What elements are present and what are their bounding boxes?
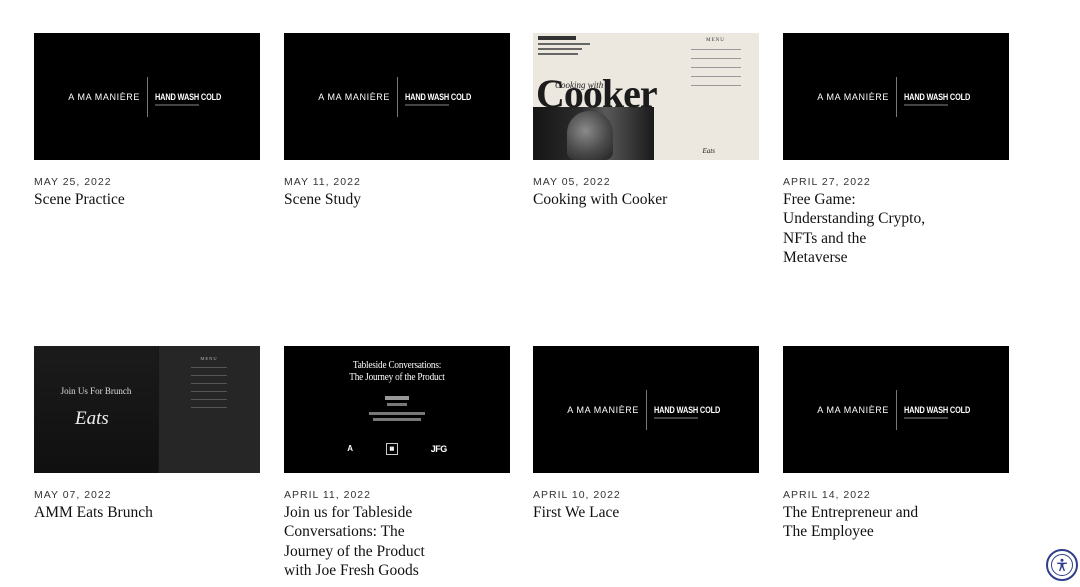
brand-right-wordmark: HAND WASH COLD	[155, 92, 222, 102]
post-thumbnail[interactable]: Join Us For Brunch Eats MENU	[34, 346, 260, 473]
post-thumbnail[interactable]: A MA MANIÈRE HAND WASH COLD	[34, 33, 260, 160]
brand-divider	[646, 390, 647, 430]
brand-sub-mark	[155, 104, 199, 106]
brand-left-wordmark: A MA MANIÈRE	[817, 92, 889, 102]
post-card[interactable]: A MA MANIÈRE HAND WASH COLD APRIL 10, 20…	[533, 346, 759, 522]
post-title[interactable]: Scene Study	[284, 190, 444, 209]
post-title[interactable]: Cooking with Cooker	[533, 190, 693, 209]
brand-sub-mark	[904, 104, 948, 106]
post-card[interactable]: Join Us For Brunch Eats MENU MAY 07, 202…	[34, 346, 260, 522]
post-date: MAY 25, 2022	[34, 176, 112, 188]
brand-logo-lockup: A MA MANIÈRE HAND WASH COLD	[284, 33, 510, 160]
post-card[interactable]: A MA MANIÈRE HAND WASH COLD APRIL 27, 20…	[783, 33, 1009, 267]
post-card[interactable]: Tableside Conversations: The Journey of …	[284, 346, 510, 580]
cooker-subheadline: Cooking with	[555, 80, 604, 90]
brand-divider	[397, 77, 398, 117]
post-date: APRIL 11, 2022	[284, 489, 371, 501]
cooker-headline: Cooker	[536, 71, 658, 116]
post-date: APRIL 10, 2022	[533, 489, 621, 501]
brand-left-wordmark: A MA MANIÈRE	[817, 405, 889, 415]
brand-right-wordmark: HAND WASH COLD	[654, 405, 721, 415]
accessibility-button[interactable]	[1046, 549, 1078, 581]
amm-logo: A	[347, 444, 354, 454]
brand-right-wordmark: HAND WASH COLD	[904, 405, 971, 415]
menu-panel: MENU	[678, 38, 753, 94]
brand-divider	[896, 390, 897, 430]
event-details	[284, 396, 510, 424]
brand-left-wordmark: A MA MANIÈRE	[567, 405, 639, 415]
post-thumbnail[interactable]: A MA MANIÈRE HAND WASH COLD	[533, 346, 759, 473]
brunch-headline: Join Us For Brunch	[60, 386, 132, 396]
post-date: APRIL 27, 2022	[783, 176, 871, 188]
hand-wash-cold-logo: ▦	[385, 442, 399, 455]
post-card[interactable]: Cooker Cooking with MENU Eats MAY 05, 20…	[533, 33, 759, 209]
brand-right-wordmark: HAND WASH COLD	[904, 92, 971, 102]
menu-heading: MENU	[706, 38, 725, 43]
post-thumbnail[interactable]: A MA MANIÈRE HAND WASH COLD	[284, 33, 510, 160]
post-card[interactable]: A MA MANIÈRE HAND WASH COLD MAY 25, 2022…	[34, 33, 260, 209]
brand-left-wordmark: A MA MANIÈRE	[68, 92, 140, 102]
post-grid: A MA MANIÈRE HAND WASH COLD MAY 25, 2022…	[0, 0, 1080, 587]
post-title[interactable]: Join us for Tableside Conversations: The…	[284, 503, 444, 580]
brand-logo-lockup: A MA MANIÈRE HAND WASH COLD	[783, 346, 1009, 473]
menu-heading: MENU	[200, 356, 218, 361]
post-title[interactable]: AMM Eats Brunch	[34, 503, 194, 522]
partner-logos: A ▦ JFG	[284, 440, 510, 458]
brand-left-wordmark: A MA MANIÈRE	[318, 92, 390, 102]
post-thumbnail[interactable]: Cooker Cooking with MENU Eats	[533, 33, 759, 160]
post-date: MAY 11, 2022	[284, 176, 361, 188]
event-info-block	[538, 36, 598, 58]
jfg-logo: JFG	[430, 443, 448, 454]
post-title[interactable]: First We Lace	[533, 503, 693, 522]
post-date: MAY 05, 2022	[533, 176, 611, 188]
brand-sub-mark	[904, 417, 948, 419]
brand-divider	[896, 77, 897, 117]
brand-logo-lockup: A MA MANIÈRE HAND WASH COLD	[34, 33, 260, 160]
post-date: APRIL 14, 2022	[783, 489, 871, 501]
post-thumbnail[interactable]: A MA MANIÈRE HAND WASH COLD	[783, 33, 1009, 160]
brand-right-wordmark: HAND WASH COLD	[405, 92, 472, 102]
menu-panel: MENU	[184, 356, 234, 415]
post-title[interactable]: Free Game: Understanding Crypto, NFTs an…	[783, 190, 933, 267]
post-title[interactable]: The Entrepreneur and The Employee	[783, 503, 933, 542]
post-thumbnail[interactable]: A MA MANIÈRE HAND WASH COLD	[783, 346, 1009, 473]
eats-logo: Eats	[702, 147, 715, 155]
post-date: MAY 07, 2022	[34, 489, 112, 501]
tableside-headline: Tableside Conversations: The Journey of …	[349, 360, 445, 383]
brand-divider	[147, 77, 148, 117]
post-card[interactable]: A MA MANIÈRE HAND WASH COLD MAY 11, 2022…	[284, 33, 510, 209]
brand-sub-mark	[654, 417, 698, 419]
post-title[interactable]: Scene Practice	[34, 190, 194, 209]
brand-logo-lockup: A MA MANIÈRE HAND WASH COLD	[533, 346, 759, 473]
chef-portrait	[567, 111, 613, 160]
post-card[interactable]: A MA MANIÈRE HAND WASH COLD APRIL 14, 20…	[783, 346, 1009, 542]
brand-sub-mark	[405, 104, 449, 106]
accessibility-icon	[1051, 554, 1073, 576]
brand-logo-lockup: A MA MANIÈRE HAND WASH COLD	[783, 33, 1009, 160]
post-thumbnail[interactable]: Tableside Conversations: The Journey of …	[284, 346, 510, 473]
eats-logo: Eats	[75, 408, 109, 429]
